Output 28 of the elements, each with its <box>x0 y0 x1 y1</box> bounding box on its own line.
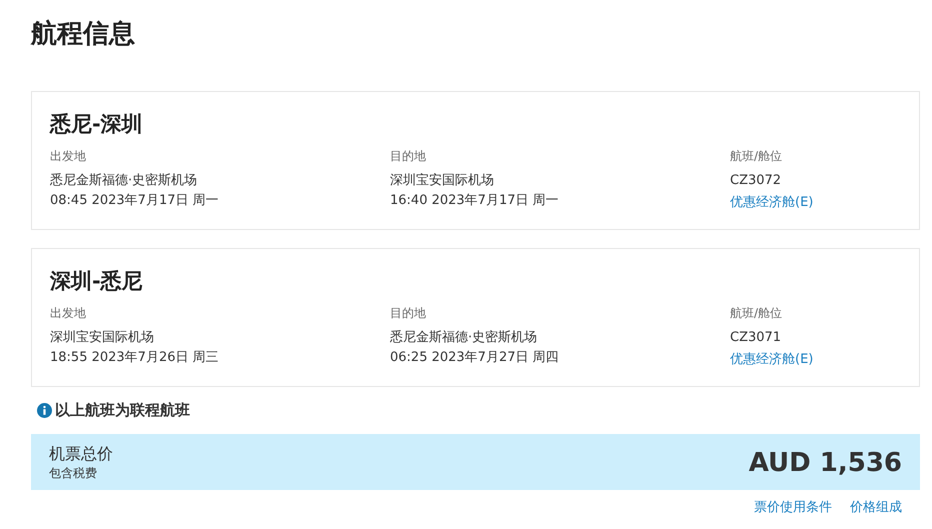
page-title: 航程信息 <box>31 18 136 51</box>
flight-label: 航班/舱位 <box>730 148 784 165</box>
route-title: 悉尼-深圳 <box>50 111 144 138</box>
flight-number: CZ3072 <box>730 172 782 190</box>
arrival-time: 16:40 2023年7月17日 周一 <box>390 192 560 210</box>
total-price: AUD 1,536 <box>748 448 902 478</box>
departure-time: 18:55 2023年7月26日 周三 <box>50 349 220 367</box>
tax-note: 包含税费 <box>49 465 98 482</box>
origin-airport: 悉尼金斯福德·史密斯机场 <box>50 172 198 190</box>
destination-airport: 深圳宝安国际机场 <box>390 172 495 190</box>
origin-airport: 深圳宝安国际机场 <box>50 329 155 347</box>
footer-link[interactable]: 票价使用条件 <box>754 498 832 518</box>
departure-time: 08:45 2023年7月17日 周一 <box>50 192 220 210</box>
destination-label: 目的地 <box>390 148 427 165</box>
flight-number: CZ3071 <box>730 329 782 347</box>
connecting-flight-notice: 以上航班为联程航班 <box>55 401 190 420</box>
destination-airport: 悉尼金斯福德·史密斯机场 <box>390 329 538 347</box>
origin-label: 出发地 <box>50 148 87 165</box>
route-title: 深圳-悉尼 <box>50 268 144 295</box>
destination-label: 目的地 <box>390 305 427 322</box>
arrival-time: 06:25 2023年7月27日 周四 <box>390 349 560 367</box>
cabin-link[interactable]: 优惠经济舱(E) <box>730 195 814 210</box>
flight-label: 航班/舱位 <box>730 305 784 322</box>
origin-label: 出发地 <box>50 305 87 322</box>
total-label: 机票总价 <box>49 444 113 465</box>
info-icon <box>37 403 52 418</box>
cabin-link[interactable]: 优惠经济舱(E) <box>730 352 814 367</box>
footer-link[interactable]: 价格组成 <box>850 498 902 518</box>
